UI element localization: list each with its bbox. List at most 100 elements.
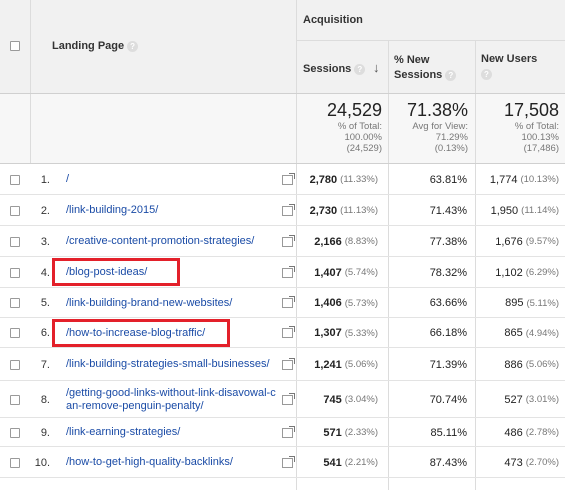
row-checkbox[interactable] <box>10 298 20 308</box>
new-users-header[interactable]: New Users? <box>481 52 561 82</box>
new-sessions-value: 85.11% <box>430 426 468 439</box>
external-link-icon[interactable] <box>280 418 295 447</box>
sessions-cell: 1,307 (5.33%) <box>298 318 386 348</box>
new-sessions-total-note: (0.13%) <box>434 143 468 154</box>
sessions-cell: 571 (2.33%) <box>298 418 386 447</box>
sessions-value: 1,307 <box>314 327 342 339</box>
landing-page-link[interactable]: /how-to-get-high-quality-backlinks/ <box>66 447 278 478</box>
landing-page-link-text: /link-building-strategies-small-business… <box>66 358 270 370</box>
external-link-icon <box>281 425 295 438</box>
external-link-icon[interactable] <box>280 447 295 478</box>
new-users-value: 886 <box>504 358 523 371</box>
row-checkbox[interactable] <box>10 175 20 185</box>
sessions-cell: 1,241 (5.06%) <box>298 348 386 381</box>
help-icon[interactable]: ? <box>127 40 139 52</box>
table-row: 3. /creative-content-promotion-strategies… <box>0 226 565 257</box>
acquisition-group-header: Acquisition <box>303 14 363 26</box>
new-sessions-header-label: % New Sessions <box>394 54 443 81</box>
landing-page-link[interactable]: /getting-good-links-without-link-disavow… <box>66 381 278 418</box>
external-link-icon[interactable] <box>280 226 295 257</box>
new-users-value: 1,676 <box>495 235 523 248</box>
row-checkbox[interactable] <box>10 458 20 468</box>
landing-page-link-text: /getting-good-links-without-link-disavow… <box>66 386 276 412</box>
sessions-header[interactable]: Sessions? <box>303 63 366 75</box>
row-checkbox[interactable] <box>10 268 20 278</box>
highlight-box <box>52 319 230 347</box>
row-number: 5. <box>40 297 50 309</box>
external-link-icon[interactable] <box>280 164 295 195</box>
sessions-cell: 541 (2.21%) <box>298 447 386 478</box>
landing-page-link-text: /link-building-brand-new-websites/ <box>66 296 233 309</box>
row-number: 10. <box>34 456 50 469</box>
landing-page-link[interactable]: /link-building-strategies-small-business… <box>66 348 278 381</box>
table-row: 7. /link-building-strategies-small-busine… <box>0 348 565 381</box>
sessions-percent: (2.21%) <box>344 457 378 468</box>
external-link-icon[interactable] <box>280 288 295 318</box>
sessions-cell: 2,166 (8.83%) <box>298 226 386 257</box>
row-checkbox[interactable] <box>10 328 20 338</box>
external-link-icon[interactable] <box>280 348 295 381</box>
new-users-percent: (10.13%) <box>520 174 559 185</box>
table-row: 2. /link-building-2015/2,730 (11.13%) 71.43… <box>0 195 565 226</box>
external-link-icon <box>281 172 295 185</box>
landing-page-header[interactable]: Landing Page? <box>52 40 139 52</box>
row-checkbox[interactable] <box>10 237 20 247</box>
row-number: 2. <box>40 204 50 217</box>
landing-page-link-text: /creative-content-promotion-strategies/ <box>66 235 255 247</box>
external-link-icon <box>281 234 295 247</box>
external-link-icon <box>281 455 295 468</box>
row-number: 1. <box>40 173 50 186</box>
new-users-cell: 1,774 (10.13%) <box>476 164 565 195</box>
row-number: 3. <box>40 235 50 248</box>
new-users-total-note: (17,486) <box>523 143 559 154</box>
new-users-cell: 1,950 (11.14%) <box>476 195 565 226</box>
landing-page-link-text: /link-building-2015/ <box>66 204 159 216</box>
row-checkbox[interactable] <box>10 360 20 370</box>
help-icon[interactable]: ? <box>354 63 366 75</box>
table-row: 9. /link-earning-strategies/571 (2.33%) 85.… <box>0 418 565 447</box>
new-users-cell: 527 (3.01%) <box>476 381 565 418</box>
new-sessions-value: 71.43% <box>429 204 467 217</box>
sessions-value: 745 <box>323 393 342 406</box>
row-checkbox[interactable] <box>10 206 20 216</box>
new-users-percent: (2.78%) <box>525 427 559 438</box>
new-users-header-label: New Users <box>481 53 538 65</box>
external-link-icon <box>281 296 295 308</box>
new-sessions-value: 71.39% <box>429 358 467 371</box>
select-all-checkbox[interactable] <box>10 41 20 51</box>
row-number: 4. <box>40 266 50 279</box>
new-sessions-total-note: Avg for View: <box>412 121 468 132</box>
sessions-cell: 1,406 (5.73%) <box>298 288 386 318</box>
new-sessions-value: 63.81% <box>429 173 467 186</box>
table-row: 5. /link-building-brand-new-websites/1,40… <box>0 288 565 318</box>
sessions-value: 1,406 <box>314 297 342 309</box>
sessions-cell: 2,730 (11.13%) <box>298 195 386 226</box>
external-link-icon[interactable] <box>280 318 295 348</box>
landing-page-link[interactable]: /link-building-brand-new-websites/ <box>66 288 278 318</box>
new-users-total-note: 100.13% <box>521 132 559 143</box>
new-users-cell: 473 (2.70%) <box>476 447 565 478</box>
row-checkbox[interactable] <box>10 395 20 405</box>
row-checkbox[interactable] <box>10 428 20 438</box>
new-sessions-value: 87.43% <box>429 456 467 469</box>
external-link-icon[interactable] <box>280 381 295 418</box>
landing-page-link[interactable]: / <box>66 164 278 195</box>
new-sessions-header[interactable]: % New Sessions? <box>394 53 472 83</box>
landing-page-link[interactable]: /link-building-2015/ <box>66 195 278 226</box>
new-users-percent: (5.11%) <box>526 297 559 309</box>
external-link-icon[interactable] <box>280 195 295 226</box>
row-divider <box>0 477 565 478</box>
sessions-percent: (3.04%) <box>344 394 378 405</box>
new-users-value: 1,774 <box>489 173 518 186</box>
external-link-icon[interactable] <box>280 257 295 288</box>
landing-page-link[interactable]: /link-earning-strategies/ <box>66 418 278 447</box>
new-sessions-total-note: 71.29% <box>435 132 468 143</box>
sort-descending-icon[interactable]: ↓ <box>373 60 380 75</box>
external-link-icon <box>281 357 295 370</box>
divider <box>30 0 31 163</box>
row-number: 9. <box>40 426 50 439</box>
new-sessions-value: 78.32% <box>429 266 467 279</box>
help-icon[interactable]: ? <box>481 68 492 80</box>
help-icon[interactable]: ? <box>445 69 457 81</box>
landing-page-link[interactable]: /creative-content-promotion-strategies/ <box>66 226 278 257</box>
